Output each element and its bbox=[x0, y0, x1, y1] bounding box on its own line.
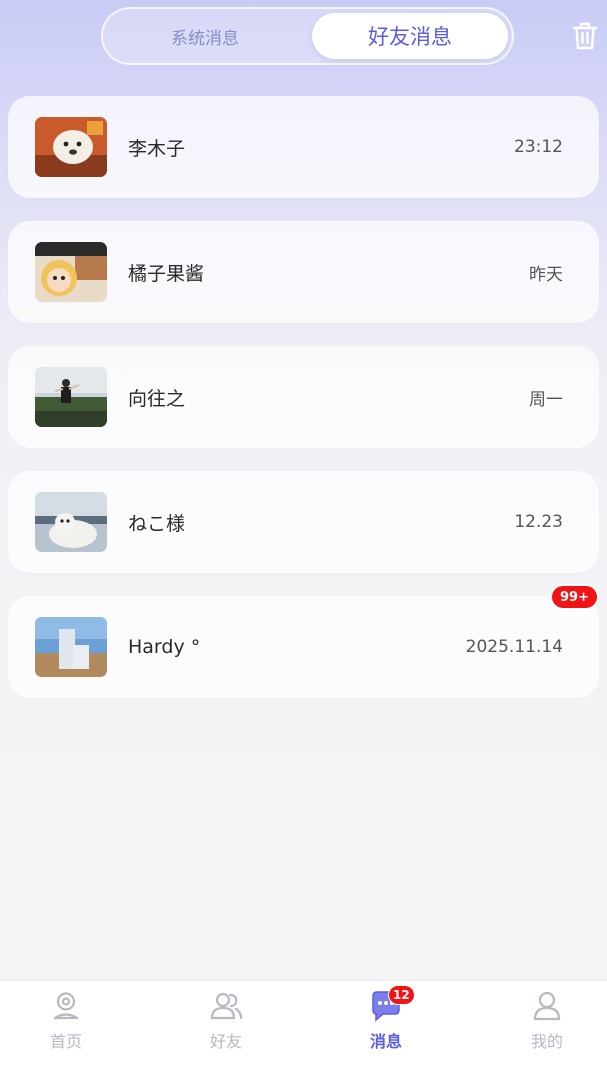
tab-friend-messages[interactable]: 好友消息 bbox=[312, 13, 508, 59]
nav-label: 首页 bbox=[49, 1032, 82, 1051]
tab-system-messages[interactable]: 系统消息 bbox=[107, 13, 303, 59]
nav-label: 消息 bbox=[369, 1032, 402, 1051]
unread-badge: 99+ bbox=[550, 584, 599, 610]
contact-name: 橘子果酱 bbox=[128, 262, 205, 285]
message-time: 23:12 bbox=[514, 137, 563, 157]
nav-item-home[interactable]: 首页 bbox=[26, 989, 106, 1055]
bottom-nav: 首页 好友 12 消息 我的 bbox=[0, 980, 607, 1080]
conversation-item[interactable]: 橘子果酱 昨天 bbox=[8, 221, 599, 323]
chat-icon: 12 bbox=[369, 985, 415, 1023]
nav-label: 我的 bbox=[530, 1032, 563, 1051]
nav-label: 好友 bbox=[209, 1032, 242, 1051]
friends-icon bbox=[209, 989, 243, 1023]
conversation-item[interactable]: 向往之 周一 bbox=[8, 346, 599, 448]
nav-badge: 12 bbox=[388, 985, 415, 1005]
contact-name: ねこ様 bbox=[128, 512, 186, 535]
nav-item-profile[interactable]: 我的 bbox=[507, 989, 587, 1055]
conversation-item[interactable]: 李木子 23:12 bbox=[8, 96, 599, 198]
avatar bbox=[35, 242, 107, 302]
profile-icon bbox=[530, 989, 564, 1023]
message-time: 2025.11.14 bbox=[465, 637, 563, 657]
nav-item-messages[interactable]: 12 消息 bbox=[346, 985, 426, 1055]
conversation-list: 李木子 23:12 橘子果酱 昨天 向往之 周一 ねこ様 12.23 Hardy… bbox=[8, 96, 599, 721]
avatar bbox=[35, 617, 107, 677]
contact-name: Hardy ° bbox=[128, 636, 201, 658]
home-icon bbox=[49, 989, 83, 1023]
message-time: 12.23 bbox=[514, 512, 563, 532]
conversation-item[interactable]: ねこ様 12.23 bbox=[8, 471, 599, 573]
trash-icon[interactable] bbox=[570, 20, 600, 52]
message-type-switch: 系统消息 好友消息 bbox=[101, 7, 514, 65]
message-time: 周一 bbox=[529, 389, 563, 410]
contact-name: 李木子 bbox=[128, 137, 186, 160]
avatar bbox=[35, 492, 107, 552]
avatar bbox=[35, 117, 107, 177]
contact-name: 向往之 bbox=[128, 387, 186, 410]
avatar bbox=[35, 367, 107, 427]
message-time: 昨天 bbox=[529, 264, 563, 285]
nav-item-friends[interactable]: 好友 bbox=[186, 989, 266, 1055]
conversation-item[interactable]: Hardy ° 2025.11.14 99+ bbox=[8, 584, 599, 698]
